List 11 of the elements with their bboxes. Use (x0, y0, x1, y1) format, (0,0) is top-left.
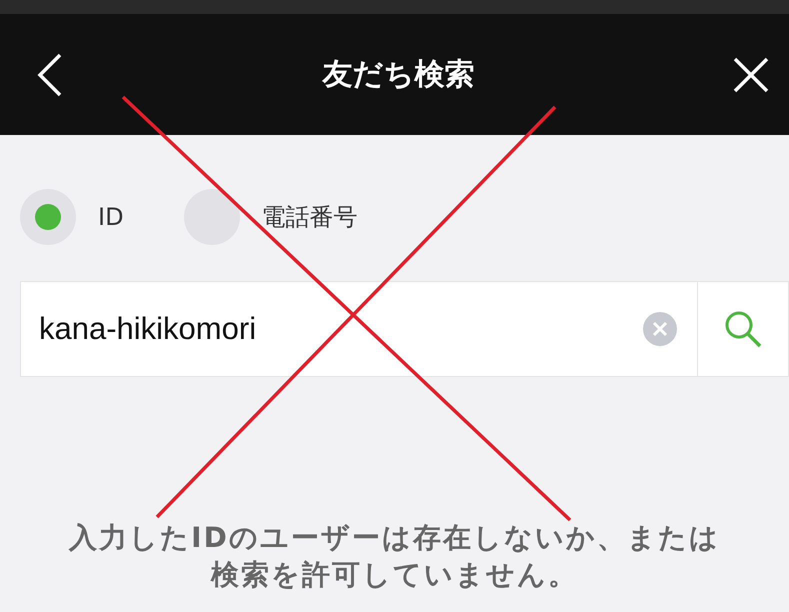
back-button[interactable] (36, 52, 64, 96)
search-field[interactable]: kana-hikikomori (20, 281, 697, 377)
not-found-message: 入力したIDのユーザーは存在しないか、または検索を許可していません。 (68, 520, 721, 593)
search-type-option[interactable]: ID (20, 189, 124, 245)
header-title: 友だち検索 (322, 56, 474, 94)
search-type-option[interactable]: 電話番号 (184, 189, 358, 245)
back-icon (36, 52, 64, 96)
close-button[interactable] (733, 56, 769, 92)
search-button[interactable] (697, 281, 789, 377)
search-icon (724, 310, 762, 348)
close-icon (733, 56, 769, 92)
